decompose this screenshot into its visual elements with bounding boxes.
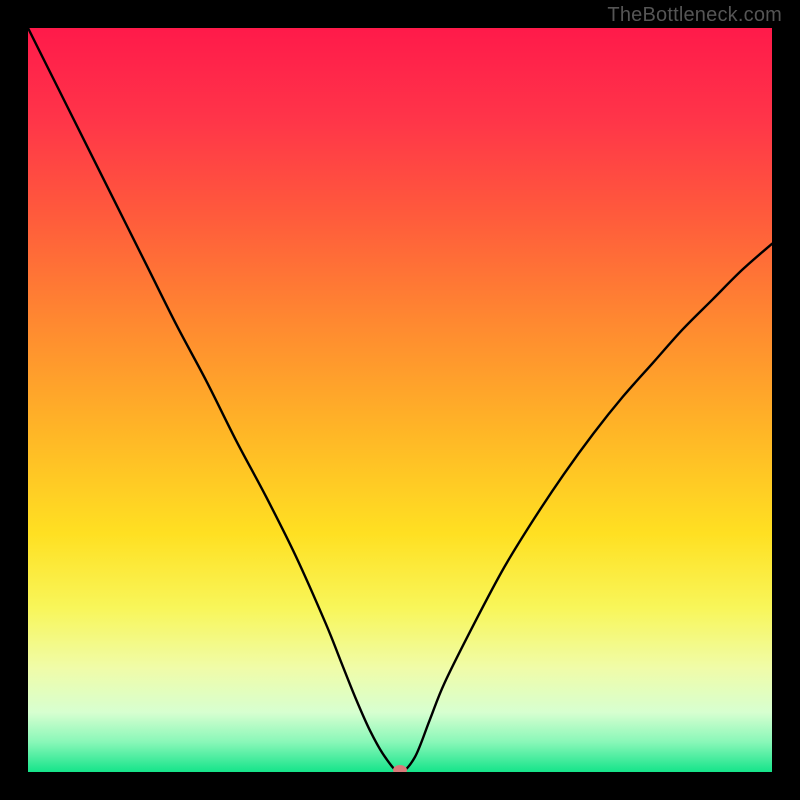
chart-container bbox=[28, 28, 772, 772]
bottleneck-chart bbox=[28, 28, 772, 772]
gradient-background bbox=[28, 28, 772, 772]
watermark-text: TheBottleneck.com bbox=[607, 4, 782, 27]
